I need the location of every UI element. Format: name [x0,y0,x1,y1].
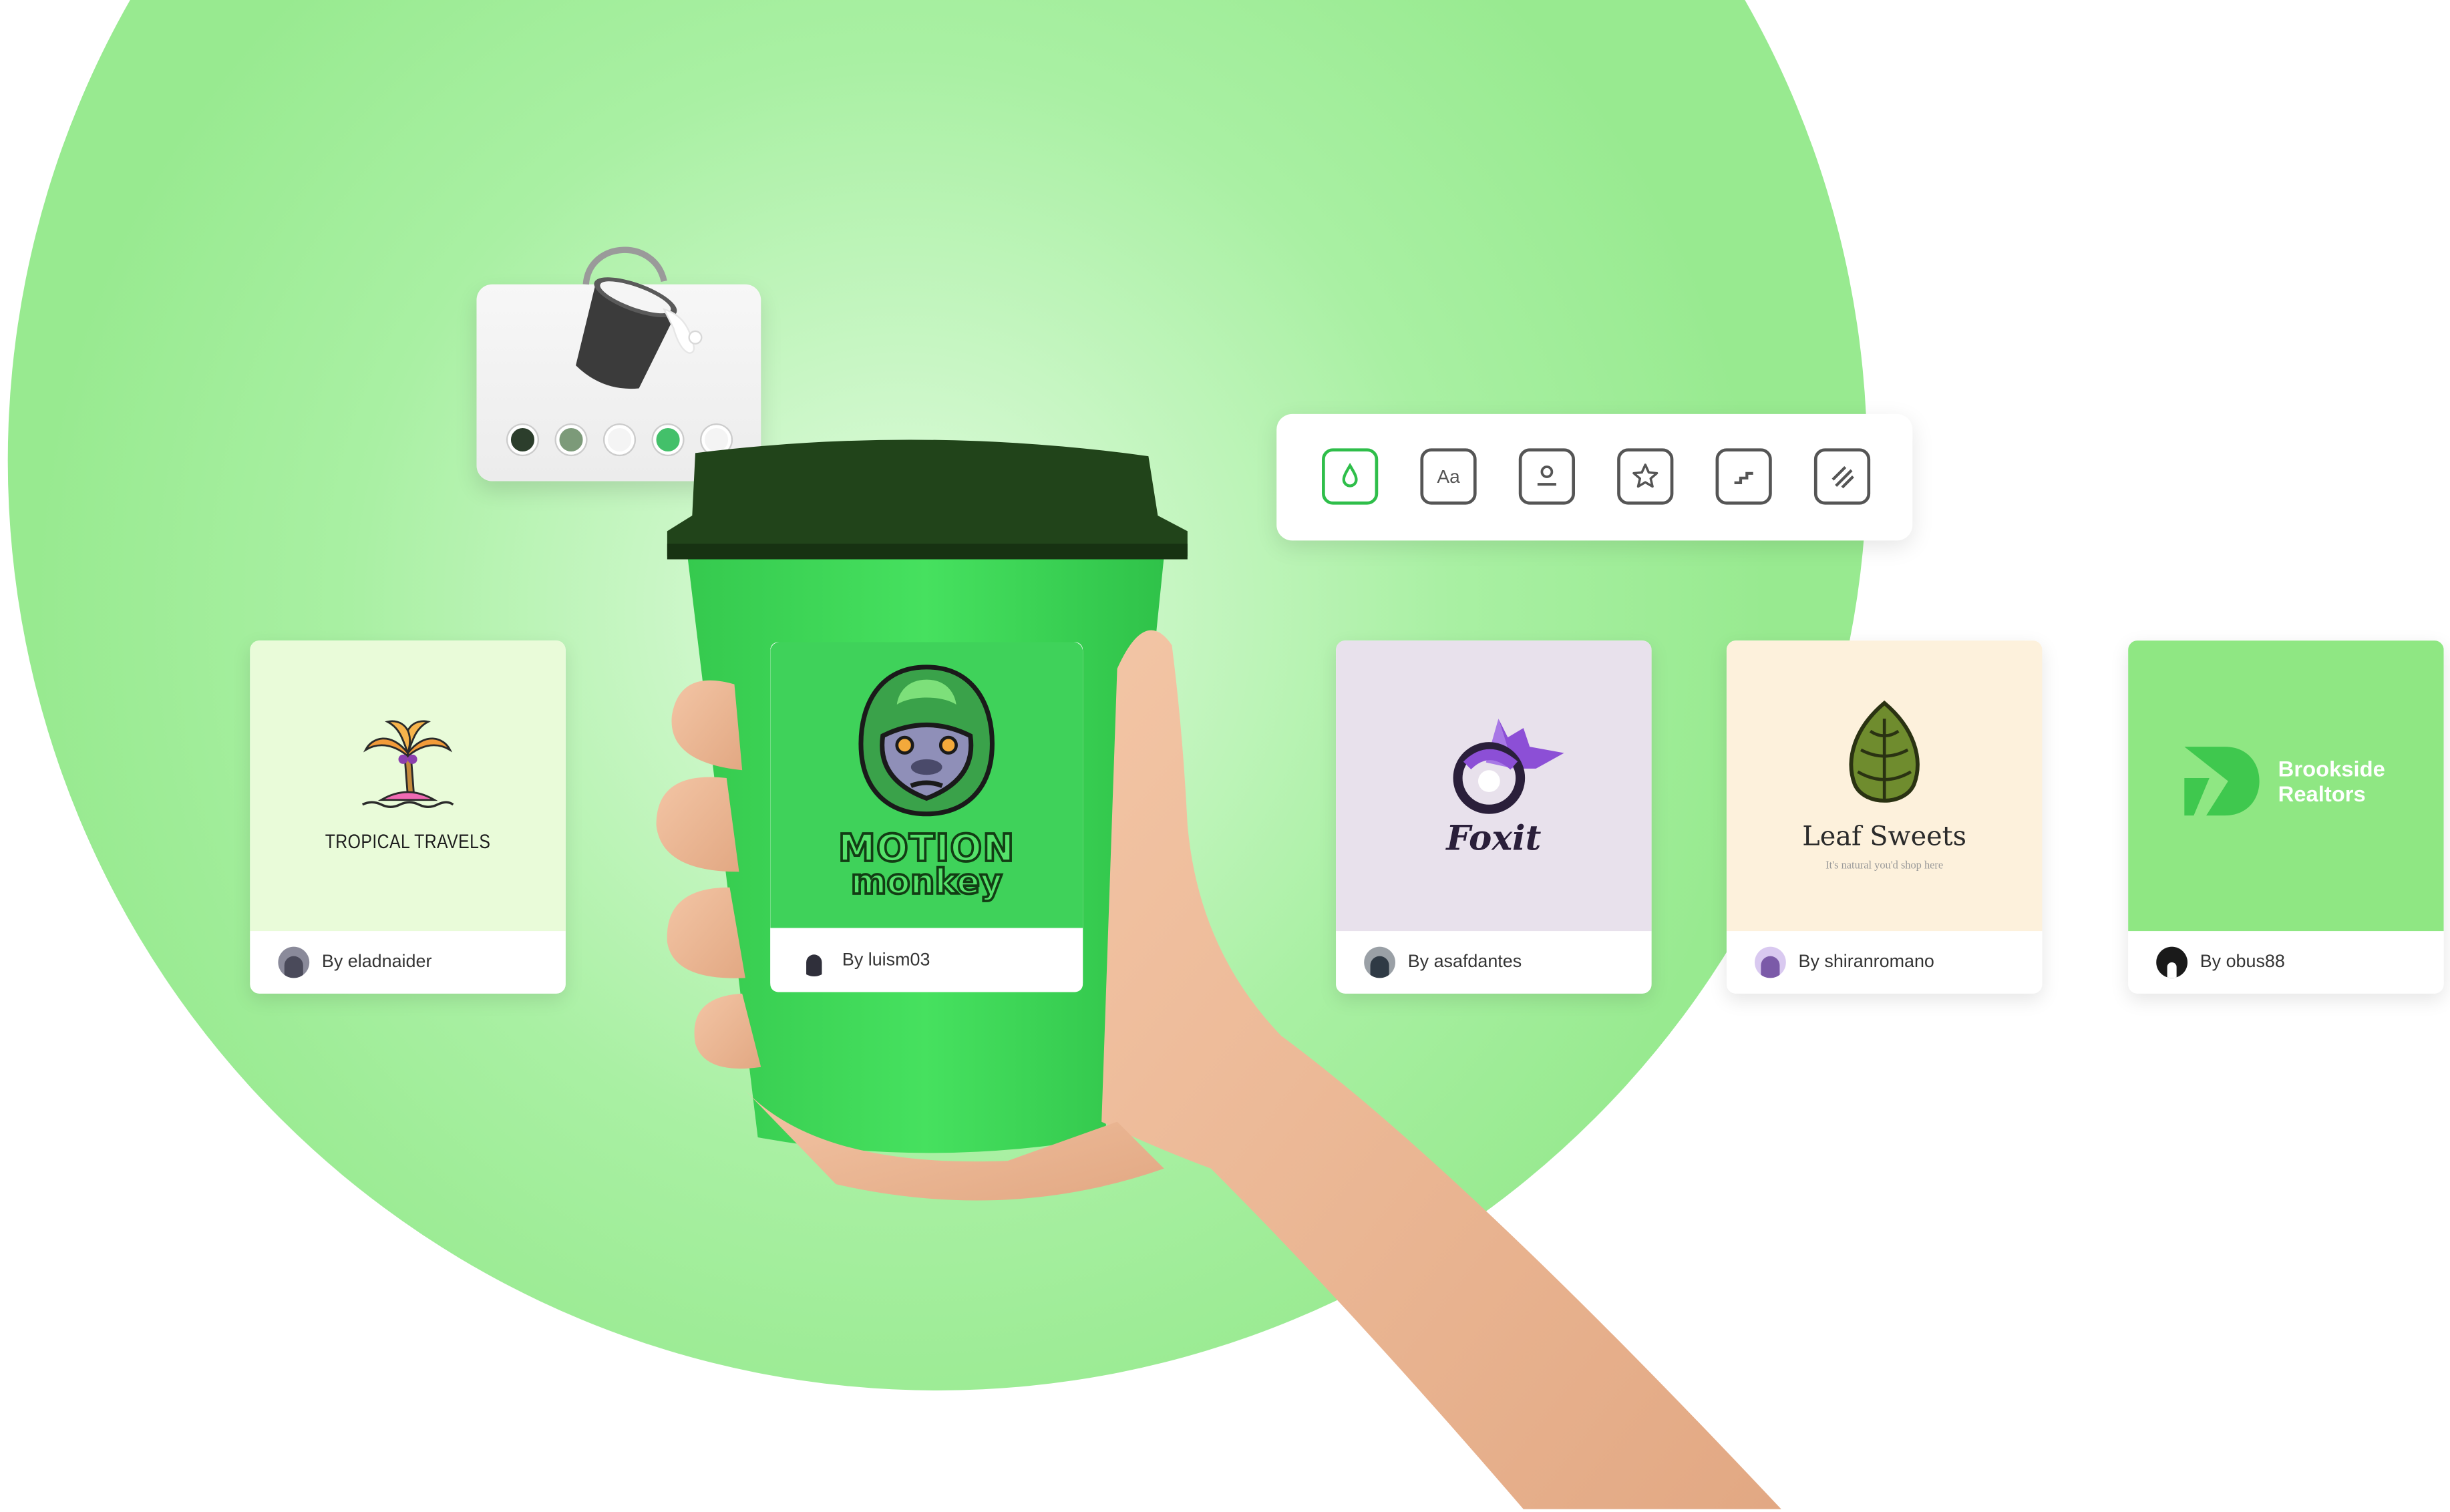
card-artwork: MOTION monkey [770,642,1083,928]
author-avatar [1755,946,1786,978]
card-footer: By asafdantes [1336,931,1652,994]
author-name[interactable]: By luism03 [842,950,930,969]
card-artwork: Brookside Realtors [2128,640,2444,932]
author-name[interactable]: By obus88 [2200,953,2285,972]
logo-text: TROPICAL TRAVELS [325,831,491,854]
logo-tagline: It's natural you'd shop here [1825,859,1944,872]
logo-text: Foxit [1446,818,1542,860]
author-name[interactable]: By eladnaider [322,953,432,972]
logo-subtext: Realtors [2278,781,2366,807]
hop-cone-icon [1849,700,1920,803]
card-footer: By eladnaider [250,931,566,994]
logo-text: Leaf Sweets [1802,821,1967,854]
logo-card-foxit[interactable]: Foxit By asafdantes [1336,640,1652,994]
swatch-3[interactable] [604,425,635,455]
swatch-2[interactable] [556,425,586,455]
brookside-logo-icon [2184,747,2260,816]
card-footer: By luism03 [770,928,1083,992]
author-avatar [798,944,830,976]
logo-text: Brookside [2278,756,2385,781]
author-name[interactable]: By asafdantes [1408,953,1522,972]
logo-card-brookside-realtors[interactable]: Brookside Realtors By obus88 [2128,640,2444,994]
author-avatar [2156,946,2188,978]
logo-card-tropical-travels[interactable]: TROPICAL TRAVELS By eladnaider [250,640,566,994]
author-avatar [1364,946,1395,978]
paint-bucket-icon [576,246,703,389]
fox-icon [1453,719,1564,814]
swatch-1[interactable] [508,425,538,455]
author-avatar [278,946,310,978]
gorilla-icon [858,665,995,817]
logo-card-leaf-sweets[interactable]: Leaf Sweets It's natural you'd shop here… [1726,640,2043,994]
logo-subtext: monkey [850,863,1004,904]
card-artwork: Leaf Sweets It's natural you'd shop here [1726,640,2043,932]
palm-tree-icon [361,720,454,808]
card-footer: By shiranromano [1726,931,2043,994]
card-artwork: Foxit [1336,640,1652,932]
card-footer: By obus88 [2128,931,2444,994]
hero-stage: Aa TROPICAL TRAVELS By eladnaider MOTION… [0,0,2450,1509]
author-name[interactable]: By shiranromano [1799,953,1934,972]
card-artwork: TROPICAL TRAVELS [250,640,566,932]
logo-card-motion-monkey[interactable]: MOTION monkey By luism03 [770,642,1083,992]
